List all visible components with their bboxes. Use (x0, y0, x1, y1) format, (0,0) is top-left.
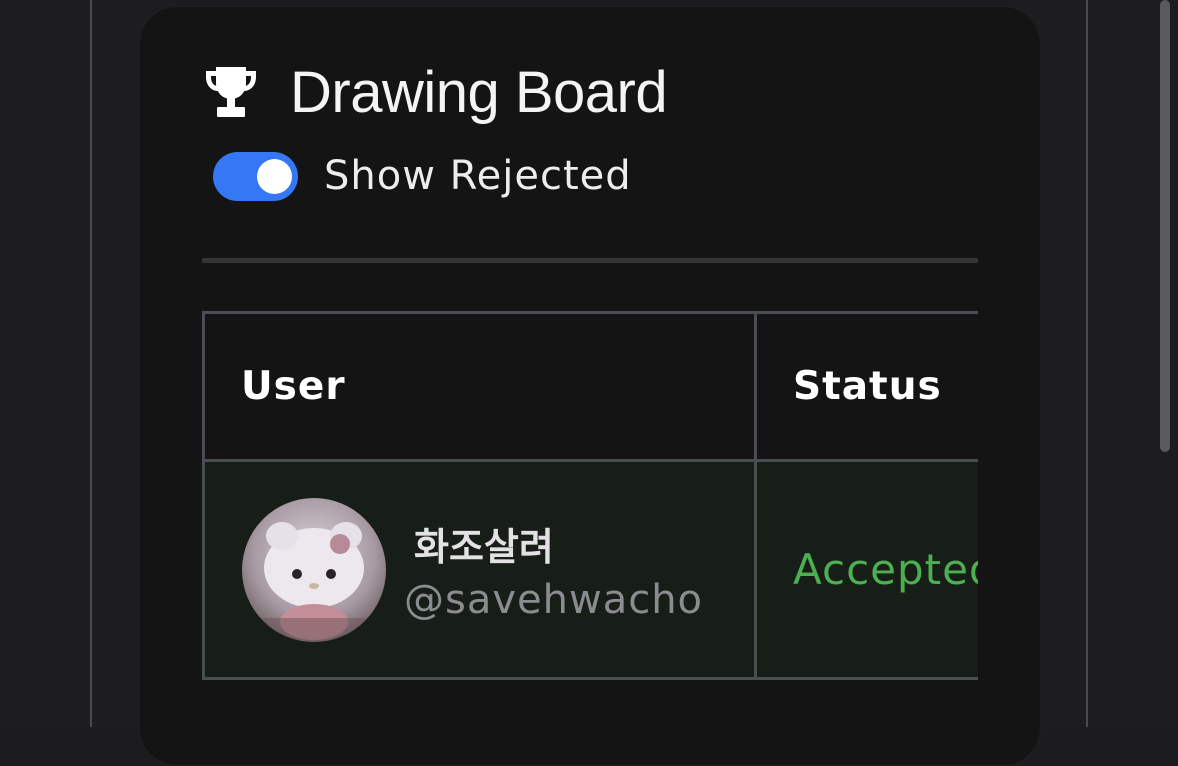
submissions-table: User Status 화조살려 @savehwacho Accepted (202, 311, 978, 680)
show-rejected-label[interactable]: Show Rejected (324, 153, 632, 199)
table-header-row: User Status (202, 311, 978, 462)
user-display-name[interactable]: 화조살려 (414, 516, 703, 571)
layout-divider-right (1086, 0, 1088, 727)
user-names: 화조살려 @savehwacho (404, 516, 703, 623)
table-row[interactable]: 화조살려 @savehwacho Accepted (202, 459, 978, 680)
section-divider (202, 258, 978, 263)
app-background: Drawing Board Show Rejected User Status (0, 0, 1178, 766)
layout-divider-left (90, 0, 92, 727)
scrollbar[interactable] (1160, 0, 1170, 452)
submissions-table-container: User Status 화조살려 @savehwacho Accepted (202, 311, 978, 685)
toggle-knob (257, 158, 292, 194)
status-text: Accepted (793, 545, 978, 594)
show-rejected-toggle[interactable] (213, 151, 298, 201)
status-cell: Accepted (754, 459, 978, 680)
show-rejected-row: Show Rejected (213, 149, 632, 203)
avatar[interactable] (242, 497, 386, 642)
user-cell: 화조살려 @savehwacho (202, 459, 757, 680)
card-title: Drawing Board (290, 59, 668, 125)
column-header-user[interactable]: User (202, 311, 757, 462)
trophy-icon (202, 63, 260, 121)
drawing-board-card: Drawing Board Show Rejected User Status (139, 6, 1041, 766)
column-header-status[interactable]: Status (754, 311, 978, 462)
user-handle[interactable]: @savehwacho (404, 577, 703, 623)
card-header: Drawing Board (202, 57, 668, 127)
